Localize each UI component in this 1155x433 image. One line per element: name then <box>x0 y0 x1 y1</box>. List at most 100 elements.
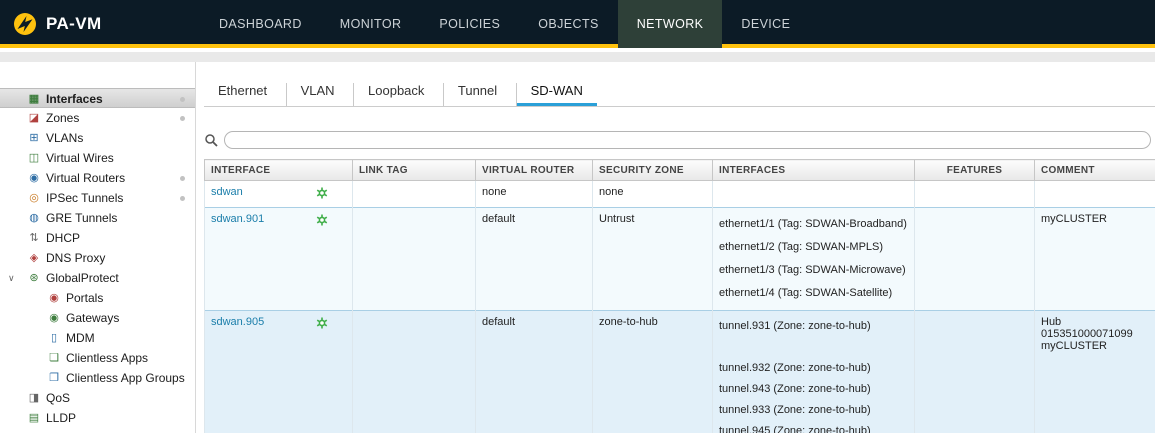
col-security-zone[interactable]: SECURITY ZONE <box>593 160 713 181</box>
nav-tab-monitor[interactable]: MONITOR <box>321 0 421 48</box>
cell-features <box>915 208 1035 311</box>
interface-link[interactable]: sdwan.901 <box>211 213 264 225</box>
nav-tab-dashboard[interactable]: DASHBOARD <box>200 0 321 48</box>
item-options-dot[interactable] <box>180 97 185 102</box>
cell-interface: sdwan.901 <box>205 208 353 311</box>
gear-icon[interactable] <box>316 317 328 332</box>
tab-vlan[interactable]: VLAN <box>286 83 349 106</box>
globalprotect-icon: ⊛ <box>26 268 42 288</box>
member-interface: tunnel.945 (Zone: zone-to-hub) <box>719 421 908 433</box>
search-input[interactable] <box>224 131 1151 149</box>
member-interface: tunnel.943 (Zone: zone-to-hub) <box>719 379 908 400</box>
sidebar-item-virtual-wires[interactable]: ◫Virtual Wires <box>0 148 195 168</box>
cell-link-tag <box>353 311 476 433</box>
sidebar-item-lldp[interactable]: ▤LLDP <box>0 408 195 428</box>
dns-proxy-icon: ◈ <box>26 248 42 268</box>
nav-tab-network[interactable]: NETWORK <box>618 0 723 48</box>
cell-link-tag <box>353 208 476 311</box>
interfaces-icon: ▦ <box>26 89 42 109</box>
cell-interfaces: ethernet1/1 (Tag: SDWAN-Broadband) ether… <box>713 208 915 311</box>
gre-tunnels-icon: ◍ <box>26 208 42 228</box>
member-interface: tunnel.931 (Zone: zone-to-hub) <box>719 316 908 337</box>
sidebar-item-clientless-apps[interactable]: ❏Clientless Apps <box>0 348 195 368</box>
sidebar-item-zones[interactable]: ◪Zones <box>0 108 195 128</box>
item-options-dot[interactable] <box>180 196 185 201</box>
col-interfaces[interactable]: INTERFACES <box>713 160 915 181</box>
top-nav: DASHBOARD MONITOR POLICIES OBJECTS NETWO… <box>200 0 809 48</box>
zones-icon: ◪ <box>26 108 42 128</box>
sidebar-item-gre-tunnels[interactable]: ◍GRE Tunnels <box>0 208 195 228</box>
main-content: Ethernet VLAN Loopback Tunnel SD-WAN INT… <box>197 62 1155 433</box>
interface-link[interactable]: sdwan <box>211 186 243 198</box>
sidebar-item-interfaces[interactable]: ▦Interfaces <box>0 88 195 108</box>
cell-security-zone: zone-to-hub <box>593 311 713 433</box>
member-interface: tunnel.932 (Zone: zone-to-hub) <box>719 358 908 379</box>
network-profiles-icon: ▧ <box>26 428 42 433</box>
col-interface[interactable]: INTERFACE <box>205 160 353 181</box>
gear-icon[interactable] <box>316 187 328 202</box>
dhcp-icon: ⇅ <box>26 228 42 248</box>
cell-link-tag <box>353 181 476 208</box>
member-interface: ethernet1/3 (Tag: SDWAN-Microwave) <box>719 259 908 282</box>
cell-interface: sdwan <box>205 181 353 208</box>
sidebar-item-virtual-routers[interactable]: ◉Virtual Routers <box>0 168 195 188</box>
item-options-dot[interactable] <box>180 116 185 121</box>
col-virtual-router[interactable]: VIRTUAL ROUTER <box>476 160 593 181</box>
item-options-dot[interactable] <box>180 176 185 181</box>
sidebar-item-dhcp[interactable]: ⇅DHCP <box>0 228 195 248</box>
sidebar-item-qos[interactable]: ◨QoS <box>0 388 195 408</box>
search-row <box>204 131 1151 149</box>
top-header-bar: PA-VM DASHBOARD MONITOR POLICIES OBJECTS… <box>0 0 1155 48</box>
tab-loopback[interactable]: Loopback <box>353 83 438 106</box>
sidebar-item-gateways[interactable]: ◉Gateways <box>0 308 195 328</box>
sidebar-item-ipsec-tunnels[interactable]: ◎IPSec Tunnels <box>0 188 195 208</box>
sidebar: ▦Interfaces ◪Zones ⊞VLANs ◫Virtual Wires… <box>0 62 196 433</box>
interface-type-tabs: Ethernet VLAN Loopback Tunnel SD-WAN <box>204 82 1155 107</box>
tab-ethernet[interactable]: Ethernet <box>204 83 281 106</box>
cell-features <box>915 181 1035 208</box>
sidebar-item-vlans[interactable]: ⊞VLANs <box>0 128 195 148</box>
cell-virtual-router: default <box>476 208 593 311</box>
table-row[interactable]: sdwan.901 default Untrust ethernet1/1 (T… <box>205 208 1155 311</box>
tab-tunnel[interactable]: Tunnel <box>443 83 511 106</box>
cell-interfaces <box>713 181 915 208</box>
cell-virtual-router: default <box>476 311 593 433</box>
col-comment[interactable]: COMMENT <box>1035 160 1155 181</box>
clientless-apps-icon: ❏ <box>46 348 62 368</box>
header-sub-strip <box>0 52 1155 62</box>
cell-interface: sdwan.905 <box>205 311 353 433</box>
col-link-tag[interactable]: LINK TAG <box>353 160 476 181</box>
nav-tab-policies[interactable]: POLICIES <box>420 0 519 48</box>
mdm-icon: ▯ <box>46 328 62 348</box>
tab-sd-wan[interactable]: SD-WAN <box>516 83 597 106</box>
cell-security-zone: Untrust <box>593 208 713 311</box>
virtual-wires-icon: ◫ <box>26 148 42 168</box>
sidebar-item-clientless-app-groups[interactable]: ❐Clientless App Groups <box>0 368 195 388</box>
pa-vm-window: PA-VM DASHBOARD MONITOR POLICIES OBJECTS… <box>0 0 1155 433</box>
clientless-app-groups-icon: ❐ <box>46 368 62 388</box>
cell-comment: Hub 015351000071099 myCLUSTER <box>1035 311 1155 433</box>
gear-icon[interactable] <box>316 214 328 229</box>
table-row[interactable]: sdwan.905 default zone-to-hub tunnel.931… <box>205 311 1155 433</box>
member-interface: ethernet1/4 (Tag: SDWAN-Satellite) <box>719 282 908 305</box>
sidebar-item-dns-proxy[interactable]: ◈DNS Proxy <box>0 248 195 268</box>
cell-comment: myCLUSTER <box>1035 208 1155 311</box>
sidebar-item-mdm[interactable]: ▯MDM <box>0 328 195 348</box>
table-header-row: INTERFACE LINK TAG VIRTUAL ROUTER SECURI… <box>205 160 1155 181</box>
portals-icon: ◉ <box>46 288 62 308</box>
virtual-routers-icon: ◉ <box>26 168 42 188</box>
nav-tab-device[interactable]: DEVICE <box>722 0 809 48</box>
table-row[interactable]: sdwan none none <box>205 181 1155 208</box>
cell-interfaces: tunnel.931 (Zone: zone-to-hub) tunnel.93… <box>713 311 915 433</box>
cell-virtual-router: none <box>476 181 593 208</box>
interface-link[interactable]: sdwan.905 <box>211 316 264 328</box>
sidebar-item-network-profiles[interactable]: ▧Network Profiles <box>0 428 195 433</box>
nav-tab-objects[interactable]: OBJECTS <box>519 0 617 48</box>
sidebar-item-globalprotect[interactable]: ∨ ⊛GlobalProtect <box>0 268 195 288</box>
qos-icon: ◨ <box>26 388 42 408</box>
cell-comment <box>1035 181 1155 208</box>
chevron-down-icon[interactable]: ∨ <box>8 268 15 288</box>
col-features[interactable]: FEATURES <box>915 160 1035 181</box>
brand: PA-VM <box>12 0 102 48</box>
sidebar-item-portals[interactable]: ◉Portals <box>0 288 195 308</box>
